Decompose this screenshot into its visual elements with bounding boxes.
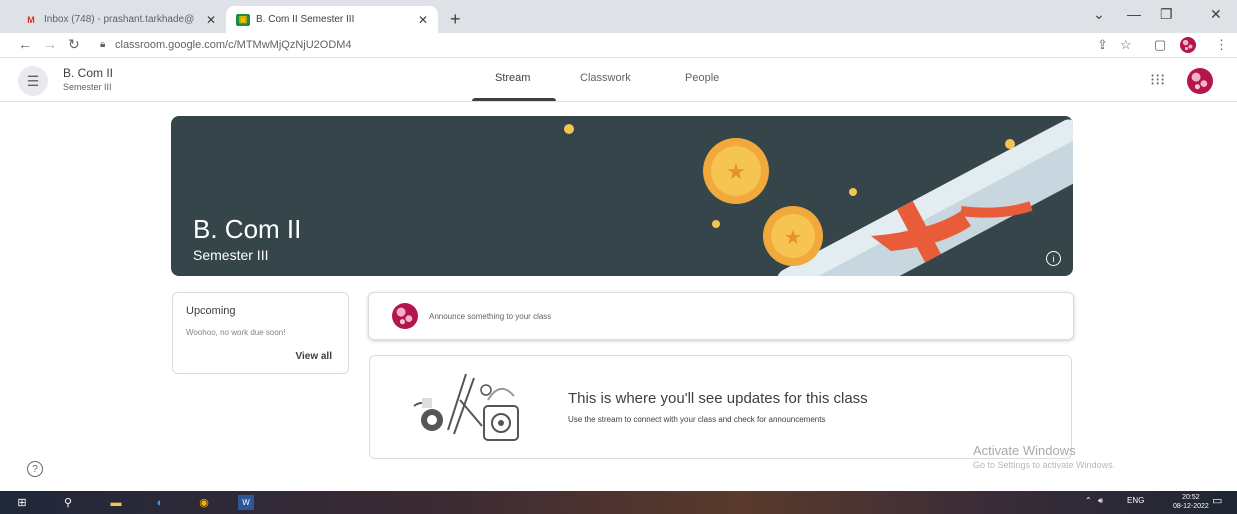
windows-taskbar: ⊞ ⚲ ▬ ◐ ◉ W ⌃ 🔊︎ ENG 20:52 08-12-2022 ▭ xyxy=(0,491,1237,514)
back-icon[interactable]: ← xyxy=(18,36,32,52)
stream-empty-illustration xyxy=(413,373,519,441)
url-field[interactable]: classroom.google.com/c/MTMwMjQzNjU2ODM4 xyxy=(115,39,352,51)
windows-start-icon[interactable]: ⊞ xyxy=(14,495,30,510)
bookmark-star-icon[interactable]: ☆ xyxy=(1120,37,1132,53)
class-title[interactable]: B. Com II xyxy=(63,66,113,80)
notifications-icon[interactable]: ▭ xyxy=(1212,494,1222,507)
class-info-icon[interactable]: i xyxy=(1046,251,1061,266)
language-indicator[interactable]: ENG xyxy=(1127,496,1144,505)
volume-icon[interactable]: 🔊︎ xyxy=(1098,496,1103,506)
activate-windows-text: Go to Settings to activate Windows. xyxy=(973,460,1116,470)
avatar xyxy=(392,303,418,329)
help-icon[interactable]: ? xyxy=(27,461,43,477)
google-apps-icon[interactable]: ⁝⁝⁝ xyxy=(1150,70,1165,90)
tab-gmail[interactable]: M Inbox (748) - prashant.tarkhade@ ✕ xyxy=(14,6,226,33)
activate-windows-title: Activate Windows xyxy=(973,443,1076,458)
announce-placeholder[interactable]: Announce something to your class xyxy=(429,312,551,321)
tray-chevron-icon[interactable]: ⌃ xyxy=(1085,496,1092,505)
gmail-icon: M xyxy=(27,14,35,25)
empty-state-title: This is where you'll see updates for thi… xyxy=(568,390,868,407)
upcoming-text: Woohoo, no work due soon! xyxy=(186,328,286,337)
word-icon[interactable]: W xyxy=(238,495,254,510)
main-menu-button[interactable]: ☰ xyxy=(18,66,48,96)
view-all-link[interactable]: View all xyxy=(295,351,332,362)
svg-text:★: ★ xyxy=(726,159,746,184)
banner-illustration: ★ ★ xyxy=(564,119,1073,276)
upcoming-card: Upcoming Woohoo, no work due soon! View … xyxy=(172,292,349,374)
svg-text:★: ★ xyxy=(784,227,802,249)
active-tab-indicator xyxy=(472,98,556,101)
address-bar: ← → ↻ 🔒︎ classroom.google.com/c/MTMwMjQz… xyxy=(0,33,1237,58)
reload-icon[interactable]: ↻ xyxy=(68,36,80,53)
profile-avatar-icon[interactable] xyxy=(1180,37,1196,53)
search-icon[interactable]: ⚲ xyxy=(60,495,76,510)
lock-icon[interactable]: 🔒︎ xyxy=(100,39,105,50)
chrome-menu-icon[interactable]: ⋮ xyxy=(1215,37,1228,53)
announce-box[interactable]: Announce something to your class xyxy=(368,292,1074,340)
file-explorer-icon[interactable]: ▬ xyxy=(108,495,124,510)
close-tab-icon[interactable]: ✕ xyxy=(206,13,216,27)
tab-search-icon[interactable]: ⌄ xyxy=(1093,6,1105,23)
banner-subtitle: Semester III xyxy=(193,247,269,263)
close-window-button[interactable]: ✕ xyxy=(1210,6,1222,23)
clock[interactable]: 20:52 08-12-2022 xyxy=(1173,493,1209,511)
side-panel-icon[interactable]: ▢ xyxy=(1154,37,1166,53)
banner-title: B. Com II xyxy=(193,214,302,244)
hamburger-icon: ☰ xyxy=(26,72,40,89)
forward-icon[interactable]: → xyxy=(43,36,57,52)
classroom-icon: ▣ xyxy=(236,13,250,26)
upcoming-title: Upcoming xyxy=(186,305,236,317)
new-tab-button[interactable]: + xyxy=(450,9,461,30)
maximize-button[interactable]: ❐ xyxy=(1160,6,1173,23)
tab-classroom[interactable]: ▣ B. Com II Semester III ✕ xyxy=(226,6,438,33)
minimize-button[interactable]: — xyxy=(1127,6,1141,22)
classroom-header: ☰ B. Com II Semester III Stream Classwor… xyxy=(0,58,1237,102)
empty-state-text: Use the stream to connect with your clas… xyxy=(568,415,826,424)
share-icon[interactable]: ⇪ xyxy=(1097,37,1108,53)
chrome-icon[interactable]: ◉ xyxy=(196,495,212,510)
clock-time: 20:52 xyxy=(1182,494,1200,501)
tab-title: B. Com II Semester III xyxy=(256,14,355,25)
tab-title: Inbox (748) - prashant.tarkhade@ xyxy=(44,14,195,25)
class-section: Semester III xyxy=(63,82,112,92)
tab-people[interactable]: People xyxy=(685,72,719,84)
account-avatar[interactable] xyxy=(1187,68,1213,94)
empty-stream-card: This is where you'll see updates for thi… xyxy=(369,355,1072,459)
clock-date: 08-12-2022 xyxy=(1173,503,1209,510)
tab-classwork[interactable]: Classwork xyxy=(580,72,631,84)
class-banner: ★ ★ B. Com II Semester III i xyxy=(171,116,1073,276)
tab-stream[interactable]: Stream xyxy=(495,72,530,84)
edge-icon[interactable]: ◐ xyxy=(152,495,168,510)
browser-tab-bar: M Inbox (748) - prashant.tarkhade@ ✕ ▣ B… xyxy=(0,0,1237,33)
close-tab-icon[interactable]: ✕ xyxy=(418,13,428,27)
